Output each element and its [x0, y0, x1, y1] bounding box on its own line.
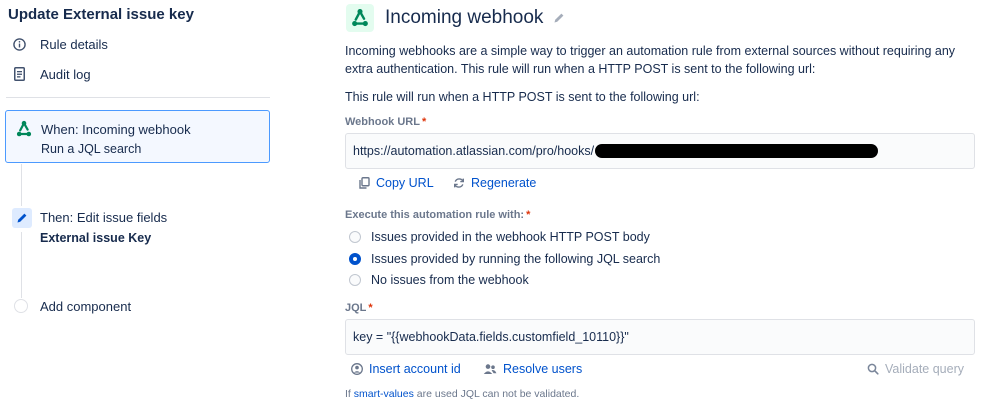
validate-query-label: Validate query: [885, 362, 964, 376]
smart-values-link[interactable]: smart-values: [354, 388, 414, 400]
resolve-users-button[interactable]: Resolve users: [483, 362, 582, 376]
webhook-icon: [15, 120, 33, 141]
flow-connector: [21, 232, 22, 298]
add-component-button[interactable]: Add component: [14, 296, 131, 316]
document-icon: [12, 67, 26, 81]
action-component[interactable]: Then: Edit issue fields External issue K…: [10, 205, 270, 255]
insert-account-id-label: Insert account id: [369, 362, 461, 376]
rule-title: Update External issue key: [8, 6, 194, 23]
copy-url-label: Copy URL: [376, 176, 434, 190]
radio-button[interactable]: [349, 231, 361, 243]
webhook-url-label: Webhook URL *: [345, 116, 427, 128]
action-subtitle: External issue Key: [40, 231, 152, 245]
panel-title: Incoming webhook: [385, 7, 544, 28]
rule-sidebar: Update External issue key Rule details A…: [0, 0, 285, 409]
jql-value: key = "{{webhookData.fields.customfield_…: [353, 330, 629, 344]
radio-webhook-body[interactable]: Issues provided in the webhook HTTP POST…: [349, 230, 650, 244]
nav-rule-details[interactable]: Rule details: [12, 33, 108, 55]
nav-rule-details-label: Rule details: [40, 36, 108, 52]
radio-label: Issues provided in the webhook HTTP POST…: [371, 230, 650, 244]
webhook-url-field[interactable]: https://automation.atlassian.com/pro/hoo…: [345, 133, 975, 169]
person-icon: [351, 363, 363, 375]
trigger-subtitle: Run a JQL search: [41, 142, 142, 156]
pencil-icon[interactable]: [553, 12, 565, 24]
copy-icon: [359, 177, 370, 189]
pencil-icon: [12, 208, 32, 228]
execute-label: Execute this automation rule with: *: [345, 209, 531, 221]
jql-input[interactable]: key = "{{webhookData.fields.customfield_…: [345, 319, 975, 355]
regenerate-label: Regenerate: [471, 176, 537, 190]
jql-label: JQL *: [345, 302, 373, 314]
panel-description-2: This rule will run when a HTTP POST is s…: [345, 90, 700, 104]
sidebar-divider: [6, 97, 270, 98]
jql-validation-hint: If smart-values are used JQL can not be …: [345, 388, 580, 400]
trigger-component[interactable]: When: Incoming webhook Run a JQL search: [5, 110, 270, 163]
nav-audit-log-label: Audit log: [40, 66, 91, 82]
refresh-icon: [453, 177, 465, 189]
copy-url-button[interactable]: Copy URL: [359, 176, 434, 190]
users-icon: [483, 363, 497, 375]
radio-button-selected[interactable]: [349, 253, 361, 265]
redaction-bar: [595, 144, 879, 158]
search-icon: [867, 363, 879, 375]
resolve-users-label: Resolve users: [503, 362, 583, 376]
trigger-title: When: Incoming webhook: [41, 122, 191, 137]
flow-connector: [21, 164, 22, 206]
webhook-url-value: https://automation.atlassian.com/pro/hoo…: [353, 144, 595, 158]
regenerate-button[interactable]: Regenerate: [453, 176, 536, 190]
add-component-circle-icon: [14, 299, 28, 313]
radio-label: No issues from the webhook: [371, 273, 529, 287]
radio-no-issues[interactable]: No issues from the webhook: [349, 273, 529, 287]
insert-account-id-button[interactable]: Insert account id: [351, 362, 461, 376]
webhook-icon: [346, 4, 374, 32]
add-component-label: Add component: [40, 298, 132, 314]
radio-label: Issues provided by running the following…: [371, 252, 661, 266]
panel-header: Incoming webhook: [346, 3, 565, 33]
radio-button[interactable]: [349, 274, 361, 286]
component-config-panel: Incoming webhook Incoming webhooks are a…: [338, 0, 985, 409]
info-icon: [12, 37, 26, 51]
radio-jql-search[interactable]: Issues provided by running the following…: [349, 252, 660, 266]
nav-audit-log[interactable]: Audit log: [12, 63, 91, 85]
action-title: Then: Edit issue fields: [40, 210, 168, 225]
panel-description: Incoming webhooks are a simple way to tr…: [345, 44, 956, 76]
validate-query-button[interactable]: Validate query: [867, 362, 964, 376]
